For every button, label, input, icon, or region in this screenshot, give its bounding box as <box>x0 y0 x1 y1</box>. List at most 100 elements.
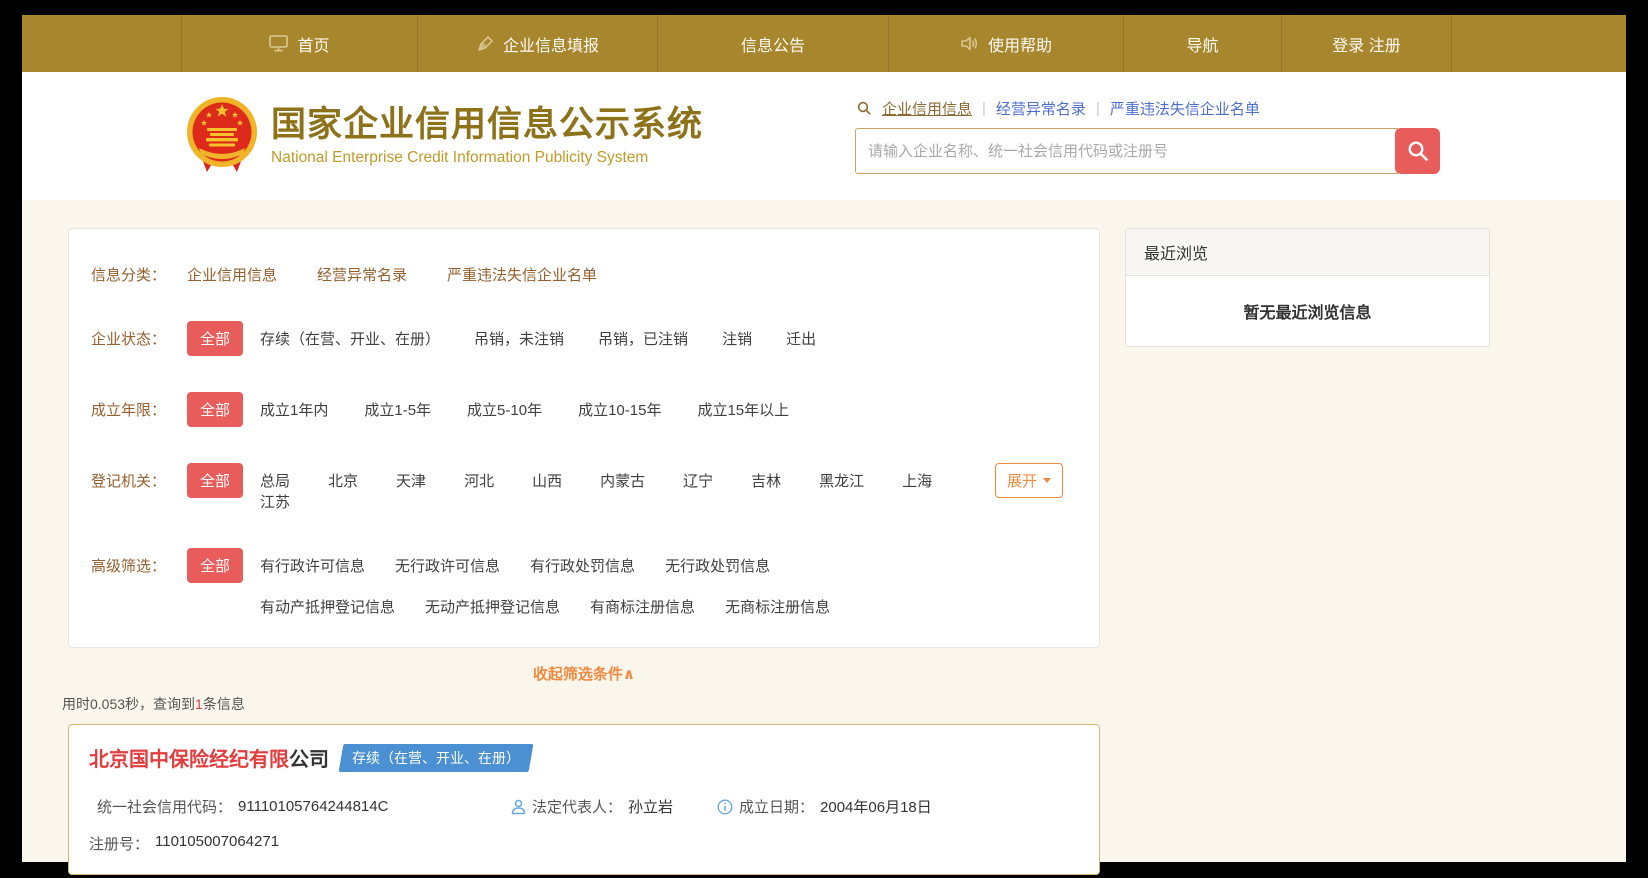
filter-options: 成立1年内 成立1-5年 成立5-10年 成立10-15年 成立15年以上 <box>260 392 789 420</box>
collapse-filters-link[interactable]: 收起筛选条件∧ <box>68 663 1100 684</box>
nav-item-home[interactable]: 首页 <box>182 15 418 72</box>
filter-option[interactable]: 有商标注册信息 <box>590 596 695 617</box>
filter-option[interactable]: 辽宁 <box>683 470 713 491</box>
filter-all-button[interactable]: 全部 <box>187 321 244 356</box>
filter-options: 存续（在营、开业、在册） 吊销，未注销 吊销，已注销 注销 迁出 <box>260 321 816 349</box>
filter-option[interactable]: 上海 <box>902 470 932 491</box>
search-group: 企业信用信息 | 经营异常名录 | 严重违法失信企业名单 <box>855 98 1440 174</box>
filter-label: 成立年限： <box>91 402 167 419</box>
filter-option[interactable]: 有行政许可信息 <box>260 555 365 576</box>
filter-option[interactable]: 天津 <box>396 470 426 491</box>
filter-option[interactable]: 成立5-10年 <box>467 399 542 420</box>
search-link-abnormal-list[interactable]: 经营异常名录 <box>996 98 1086 119</box>
establish-date-value: 2004年06月18日 <box>820 799 932 816</box>
filter-option[interactable]: 严重违法失信企业名单 <box>447 264 597 285</box>
expand-label: 展开 <box>1006 473 1037 490</box>
search-row <box>855 128 1440 174</box>
filter-option[interactable]: 成立1-5年 <box>364 399 431 420</box>
filter-option[interactable]: 经营异常名录 <box>317 264 407 285</box>
registration-number-row: 注册号： 110105007064271 <box>89 833 280 853</box>
search-input[interactable] <box>855 128 1398 174</box>
nav-item-label: 导航 <box>1186 37 1219 55</box>
search-link-credit-info[interactable]: 企业信用信息 <box>882 98 972 119</box>
company-name-link[interactable]: 北京国中保险经纪有限公司 <box>89 743 329 772</box>
filter-option[interactable]: 有动产抵押登记信息 <box>260 596 395 617</box>
filter-option[interactable]: 注销 <box>722 328 752 349</box>
main-content: 信息分类： 企业信用信息 经营异常名录 严重违法失信企业名单 企业状态： 全部 … <box>22 200 1626 875</box>
national-emblem-logo <box>187 97 257 172</box>
filter-option[interactable]: 成立15年以上 <box>697 399 789 420</box>
filter-row-registration-authority: 登记机关： 全部 总局 北京 天津 河北 山西 内蒙古 辽宁 吉林 黑龙江 上海… <box>91 463 1079 512</box>
company-detail-row: 统一社会信用代码： 91110105764244814C 法定代表人： 孙立岩 … <box>89 796 1079 817</box>
site-subtitle: National Enterprise Credit Information P… <box>271 148 649 166</box>
nav-rest <box>1452 15 1626 72</box>
filter-option[interactable]: 江苏 <box>260 491 290 512</box>
filter-option[interactable]: 总局 <box>260 470 290 491</box>
filter-option[interactable]: 无行政许可信息 <box>395 555 500 576</box>
filter-option[interactable]: 吊销，已注销 <box>598 328 688 349</box>
filter-option[interactable]: 内蒙古 <box>600 470 645 491</box>
legal-rep-group: 法定代表人： 孙立岩 <box>511 796 717 817</box>
filter-option[interactable]: 北京 <box>328 470 358 491</box>
search-link-illegal-list[interactable]: 严重违法失信企业名单 <box>1110 98 1260 119</box>
filter-label: 高级筛选： <box>91 558 167 575</box>
filter-option[interactable]: 无行政处罚信息 <box>665 555 770 576</box>
app-window: 首页 企业信息填报 信息公告 使用帮助 导航 登录 注册 国家企业信用信息公示系… <box>0 0 1648 878</box>
nav-item-help[interactable]: 使用帮助 <box>889 15 1124 72</box>
filter-label: 信息分类： <box>91 267 167 284</box>
filter-row-years-established: 成立年限： 全部 成立1年内 成立1-5年 成立5-10年 成立10-15年 成… <box>91 392 1079 427</box>
filter-label: 企业状态： <box>91 331 167 348</box>
search-button[interactable] <box>1395 128 1440 174</box>
filter-option[interactable]: 河北 <box>464 470 494 491</box>
speaker-icon <box>961 36 978 51</box>
filter-option[interactable]: 黑龙江 <box>819 470 864 491</box>
filter-option[interactable]: 存续（在营、开业、在册） <box>260 328 440 349</box>
filter-option[interactable]: 企业信用信息 <box>187 264 277 285</box>
filter-option[interactable]: 吉林 <box>751 470 781 491</box>
search-icon <box>857 101 871 115</box>
nav-item-label: 信息公告 <box>740 37 805 55</box>
nav-spacer <box>22 15 182 72</box>
chevron-down-icon <box>1043 478 1051 483</box>
result-count: 1 <box>195 696 203 712</box>
company-name-row: 北京国中保险经纪有限公司 存续（在营、开业、在册） <box>89 743 1079 772</box>
nav-item-label: 登录 注册 <box>1332 37 1401 55</box>
filter-row-advanced: 高级筛选： 全部 有行政许可信息 无行政许可信息 有行政处罚信息 无行政处罚信息… <box>91 548 1079 617</box>
filter-option[interactable]: 吊销，未注销 <box>474 328 564 349</box>
nav-item-label: 首页 <box>297 37 330 55</box>
separator: | <box>1095 100 1100 117</box>
search-icon <box>1407 141 1428 161</box>
person-icon <box>511 799 526 814</box>
site-title: 国家企业信用信息公示系统 <box>271 105 704 145</box>
filter-all-button[interactable]: 全部 <box>187 463 244 498</box>
filter-option[interactable]: 有行政处罚信息 <box>530 555 635 576</box>
filter-option[interactable]: 成立10-15年 <box>578 399 661 420</box>
expand-button[interactable]: 展开 <box>994 463 1063 498</box>
filter-all-button[interactable]: 全部 <box>187 392 244 427</box>
filter-panel: 信息分类： 企业信用信息 经营异常名录 严重违法失信企业名单 企业状态： 全部 … <box>68 228 1100 648</box>
nav-item-login-register[interactable]: 登录 注册 <box>1282 15 1452 72</box>
filter-option[interactable]: 山西 <box>532 470 562 491</box>
recent-views-title: 最近浏览 <box>1126 229 1489 276</box>
nav-item-announcements[interactable]: 信息公告 <box>658 15 889 72</box>
filter-option[interactable]: 迁出 <box>786 328 816 349</box>
filter-row-info-category: 信息分类： 企业信用信息 经营异常名录 严重违法失信企业名单 <box>91 257 1079 285</box>
monitor-icon <box>269 35 289 52</box>
nav-item-navigation[interactable]: 导航 <box>1124 15 1282 72</box>
info-icon <box>717 798 733 815</box>
site-header: 国家企业信用信息公示系统 National Enterprise Credit … <box>22 72 1626 200</box>
nav-item-enterprise-filing[interactable]: 企业信息填报 <box>418 15 658 72</box>
filter-option[interactable]: 无商标注册信息 <box>725 596 830 617</box>
filter-option[interactable]: 无动产抵押登记信息 <box>425 596 560 617</box>
top-nav: 首页 企业信息填报 信息公告 使用帮助 导航 登录 注册 <box>22 15 1626 72</box>
filter-all-button[interactable]: 全部 <box>187 548 244 583</box>
company-name-highlight: 北京国中保险经纪有限 <box>89 749 289 771</box>
filter-options: 总局 北京 天津 河北 山西 内蒙古 辽宁 吉林 黑龙江 上海 江苏 <box>260 463 995 512</box>
pen-icon <box>478 35 493 51</box>
filter-options: 企业信用信息 经营异常名录 严重违法失信企业名单 <box>187 257 597 285</box>
recent-views-panel: 最近浏览 暂无最近浏览信息 <box>1125 228 1490 347</box>
establish-date-group: 成立日期： 2004年06月18日 <box>717 796 932 817</box>
recent-views-empty-text: 暂无最近浏览信息 <box>1243 305 1372 322</box>
filter-option[interactable]: 成立1年内 <box>260 399 328 420</box>
filter-row-enterprise-status: 企业状态： 全部 存续（在营、开业、在册） 吊销，未注销 吊销，已注销 注销 迁… <box>91 321 1079 356</box>
